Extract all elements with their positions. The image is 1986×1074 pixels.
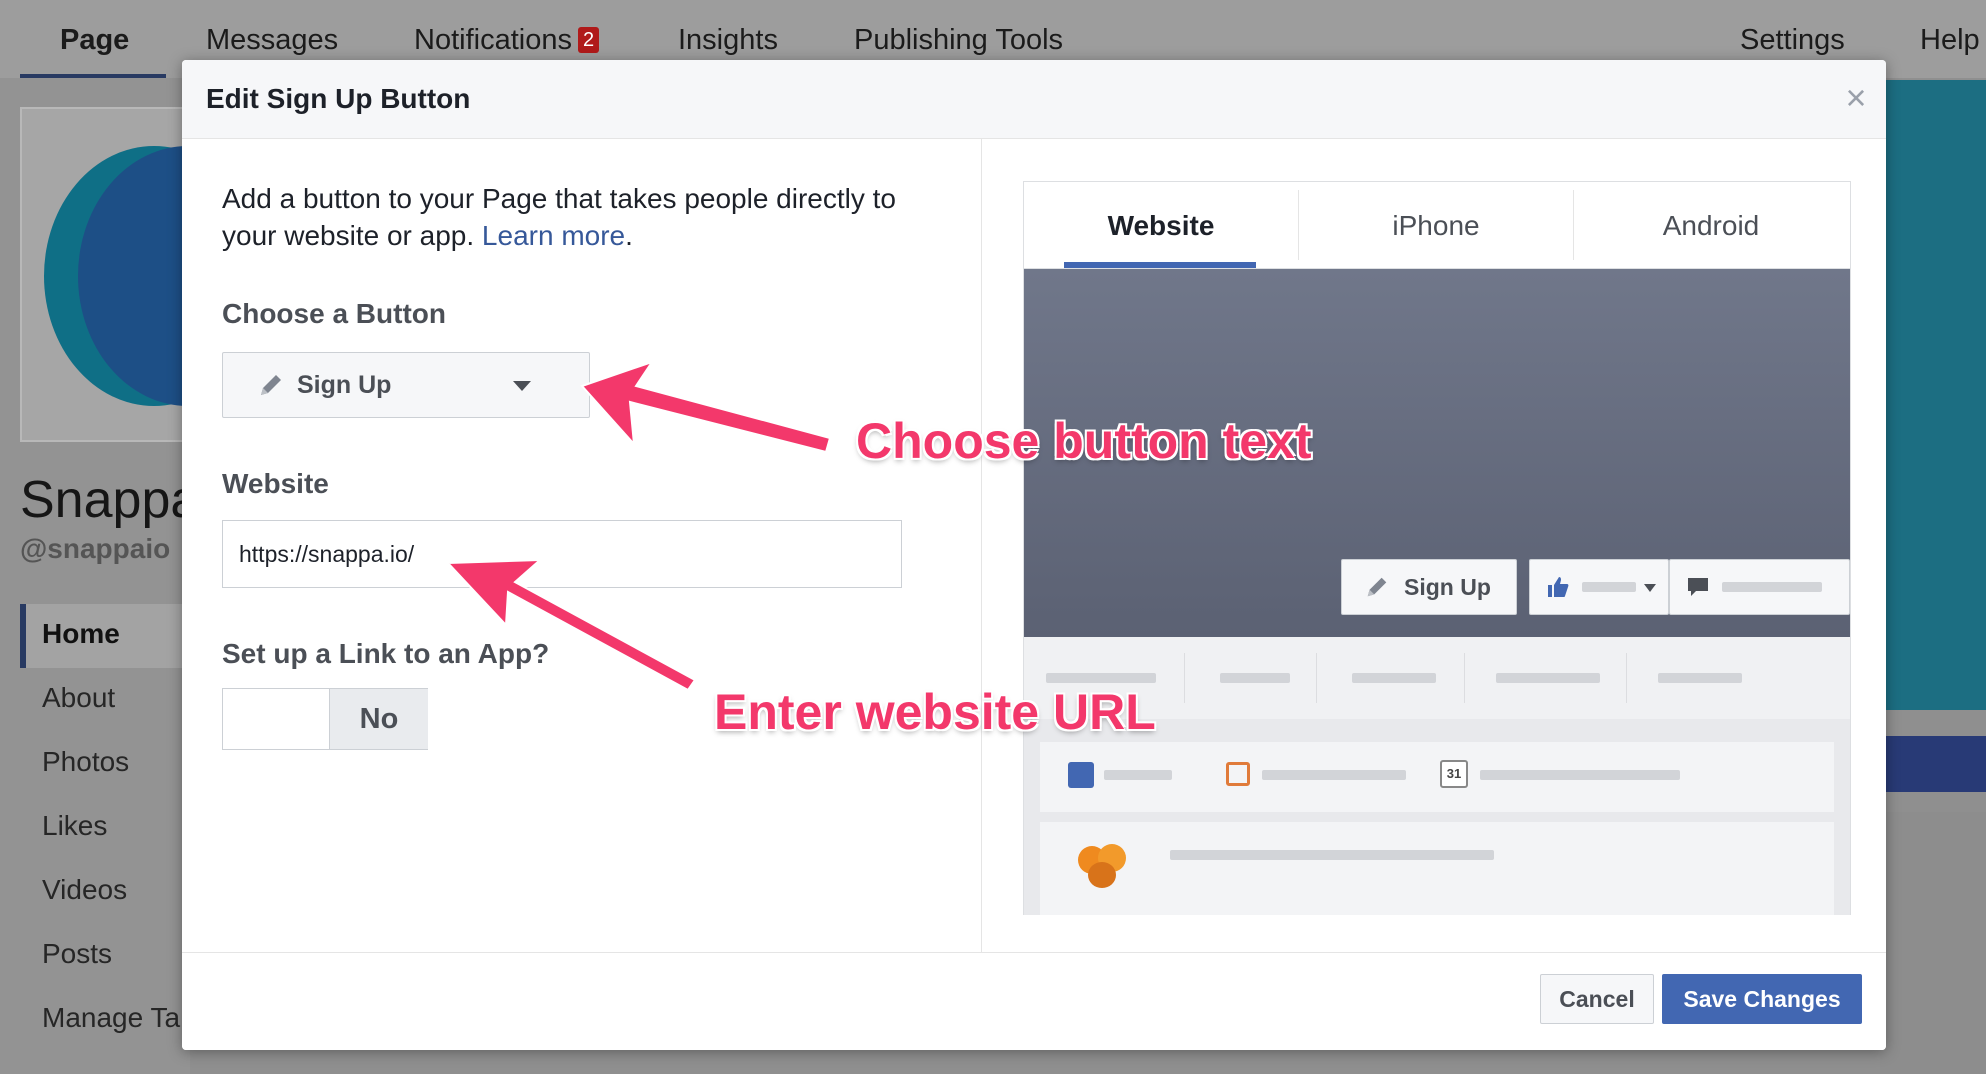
- toggle-no-label: No: [329, 689, 428, 749]
- cover-photo-edge: [1880, 80, 1986, 710]
- thumbs-up-icon: [1548, 577, 1569, 597]
- website-label: Website: [222, 468, 329, 499]
- save-changes-button[interactable]: Save Changes: [1662, 974, 1862, 1024]
- sidebar-item-likes[interactable]: Likes: [42, 810, 107, 842]
- nav-notifications-label: Notifications: [414, 24, 572, 56]
- placeholder-bar: [1104, 770, 1172, 780]
- placeholder-bar: [1220, 673, 1290, 683]
- pencil-icon: [1367, 577, 1387, 597]
- preview-panel: Website iPhone Android Sign Up 31: [1023, 181, 1851, 915]
- tab-iphone[interactable]: iPhone: [1299, 182, 1573, 268]
- placeholder-bar: [1352, 673, 1436, 683]
- preview-signup-label: Sign Up: [1404, 574, 1491, 600]
- choose-button-label: Choose a Button: [222, 298, 446, 329]
- notifications-badge: 2: [577, 27, 600, 53]
- close-icon[interactable]: ×: [1836, 78, 1876, 118]
- preview-tabs: Website iPhone Android: [1024, 182, 1850, 269]
- sidebar-active-bar: [20, 604, 26, 668]
- placeholder-bar: [1480, 770, 1680, 780]
- calendar-icon: 31: [1440, 760, 1468, 788]
- preview-composer: 31: [1040, 742, 1834, 812]
- placeholder-bar: [1658, 673, 1742, 683]
- chevron-down-icon: [513, 381, 531, 391]
- app-link-label: Set up a Link to an App?: [222, 638, 550, 669]
- divider: [1316, 653, 1317, 703]
- learn-more-link[interactable]: Learn more: [482, 220, 625, 251]
- divider: [1626, 653, 1627, 703]
- edit-signup-modal: Edit Sign Up Button × Add a button to yo…: [182, 60, 1886, 1050]
- placeholder-bar: [1046, 673, 1156, 683]
- sidebar-item-home[interactable]: Home: [42, 618, 120, 650]
- divider: [1464, 653, 1465, 703]
- tab-android[interactable]: Android: [1574, 182, 1848, 268]
- preview-like-button: [1529, 559, 1669, 615]
- intro-text: Add a button to your Page that takes peo…: [222, 180, 922, 254]
- annotation-enter-url: Enter website URL: [714, 684, 1156, 740]
- nav-tab-page[interactable]: Page: [60, 0, 129, 78]
- photo-icon: [1226, 762, 1250, 786]
- website-url-input[interactable]: [222, 520, 902, 588]
- message-icon: [1688, 578, 1708, 596]
- page-action-bar-edge: [1880, 736, 1986, 792]
- nav-tab-help[interactable]: Help: [1920, 0, 1980, 78]
- sidebar-item-videos[interactable]: Videos: [42, 874, 127, 906]
- page-handle: @snappaio: [20, 533, 171, 564]
- preview-signup-button: Sign Up: [1341, 559, 1517, 615]
- intro-period: .: [625, 220, 633, 251]
- sidebar-item-posts[interactable]: Posts: [42, 938, 112, 970]
- active-tab-underline: [1064, 262, 1256, 268]
- button-type-dropdown[interactable]: Sign Up: [222, 352, 590, 418]
- caret-down-icon: [1644, 584, 1656, 592]
- sidebar-item-photos[interactable]: Photos: [42, 746, 129, 778]
- placeholder-bar: [1722, 582, 1822, 592]
- sidebar-item-manage-tabs[interactable]: Manage Ta: [42, 1002, 180, 1034]
- cancel-button[interactable]: Cancel: [1540, 974, 1654, 1024]
- divider: [1184, 653, 1185, 703]
- column-divider: [981, 139, 982, 952]
- page-name: Snappa: [20, 471, 200, 529]
- fruit-image: [1088, 862, 1116, 888]
- page-content-edge: [1880, 812, 1986, 1074]
- preview-message-button: [1669, 559, 1850, 615]
- pencil-icon: [1068, 762, 1094, 788]
- placeholder-bar: [1170, 850, 1494, 860]
- dropdown-selected-value: Sign Up: [297, 371, 392, 399]
- app-link-toggle[interactable]: No: [222, 688, 428, 750]
- placeholder-bar: [1582, 582, 1636, 592]
- placeholder-bar: [1262, 770, 1406, 780]
- preview-post: [1040, 822, 1834, 915]
- sidebar-item-about[interactable]: About: [42, 682, 115, 714]
- annotation-choose-text: Choose button text: [856, 413, 1312, 469]
- placeholder-bar: [1496, 673, 1600, 683]
- pencil-icon: [261, 375, 281, 395]
- tab-website[interactable]: Website: [1024, 182, 1298, 268]
- modal-header: Edit Sign Up Button ×: [182, 60, 1886, 139]
- modal-title: Edit Sign Up Button: [206, 83, 471, 114]
